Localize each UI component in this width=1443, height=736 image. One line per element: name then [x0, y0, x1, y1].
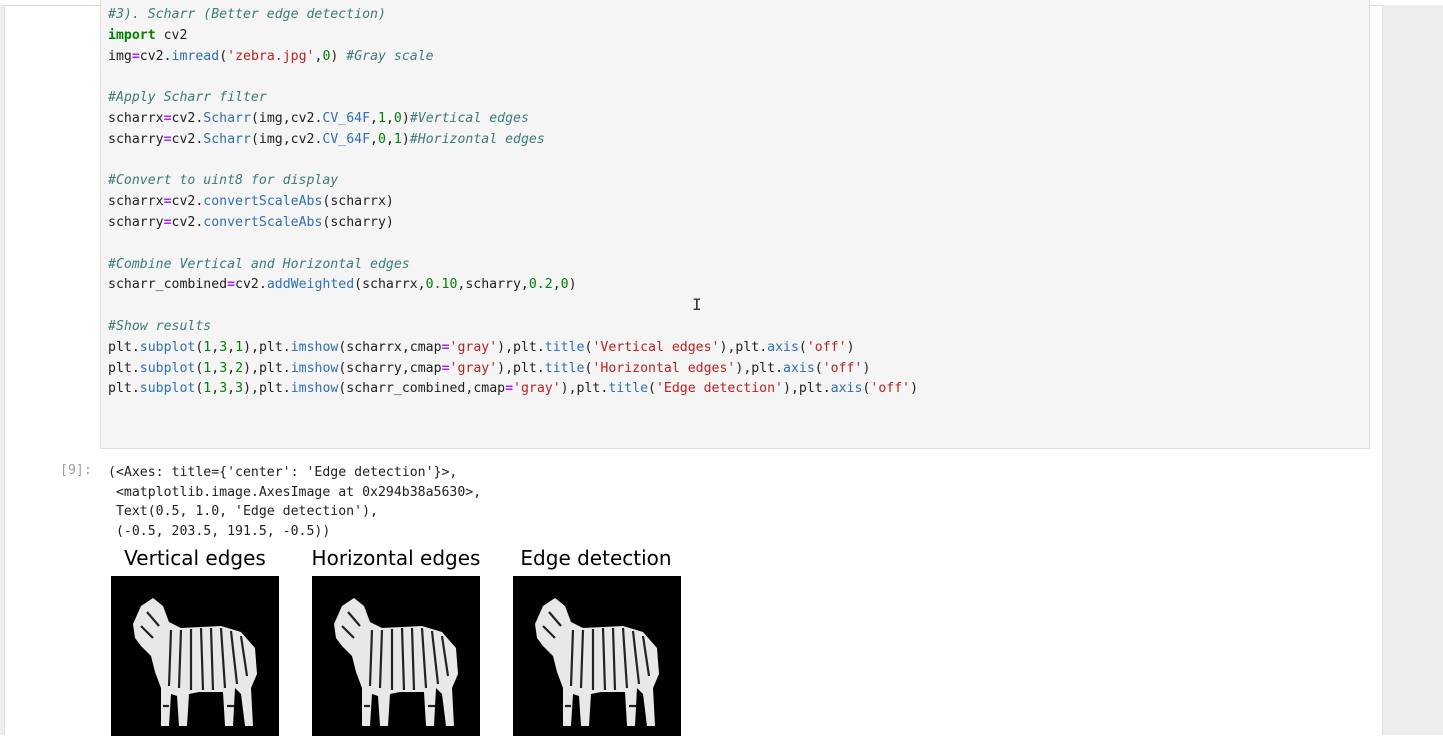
code-line: scharrx=cv2.Scharr(img,cv2.CV_64F,1,0)#V…: [108, 110, 529, 126]
code-line: plt.subplot(1,3,2),plt.imshow(scharry,cm…: [108, 360, 871, 376]
code-line: import cv2: [108, 27, 188, 43]
code-line: #Apply Scharr filter: [108, 90, 267, 106]
plot-title: Vertical edges: [124, 546, 266, 570]
output-line: (<Axes: title={'center': 'Edge detection…: [108, 465, 458, 480]
output-line: (-0.5, 203.5, 191.5, -0.5)): [108, 523, 331, 539]
left-gutter: [0, 5, 5, 735]
code-line: scharrx=cv2.convertScaleAbs(scharrx): [108, 194, 394, 210]
text-cursor-icon: I: [692, 295, 702, 314]
code-line: plt.subplot(1,3,3),plt.imshow(scharr_com…: [108, 381, 919, 397]
zebra-edge-image: [513, 576, 681, 736]
code-line: #Show results: [108, 318, 212, 334]
plot-title: Horizontal edges: [311, 546, 481, 570]
code-line: scharry=cv2.Scharr(img,cv2.CV_64F,0,1)#H…: [108, 131, 545, 147]
code-line: scharry=cv2.convertScaleAbs(scharry): [108, 214, 394, 230]
code-line: #Convert to uint8 for display: [108, 173, 339, 189]
code-line: scharr_combined=cv2.addWeighted(scharrx,…: [108, 277, 577, 293]
plot-title: Edge detection: [520, 546, 672, 570]
output-prompt: [9]:: [60, 463, 92, 478]
code-line: #3). Scharr (Better edge detection): [108, 7, 386, 22]
output-line: Text(0.5, 1.0, 'Edge detection'),: [108, 504, 378, 520]
code-line: plt.subplot(1,3,1),plt.imshow(scharrx,cm…: [108, 339, 855, 355]
output-line: <matplotlib.image.AxesImage at 0x294b38a…: [108, 484, 482, 500]
zebra-edge-image: [111, 576, 279, 736]
zebra-edge-image: [312, 576, 480, 736]
code-line: img=cv2.imread('zebra.jpg',0) #Gray scal…: [108, 48, 434, 64]
code-line: #Combine Vertical and Horizontal edges: [108, 256, 410, 272]
output-text: (<Axes: title={'center': 'Edge detection…: [108, 463, 481, 541]
right-margin: [1382, 5, 1443, 735]
code-cell-source[interactable]: #3). Scharr (Better edge detection) impor…: [108, 5, 918, 400]
